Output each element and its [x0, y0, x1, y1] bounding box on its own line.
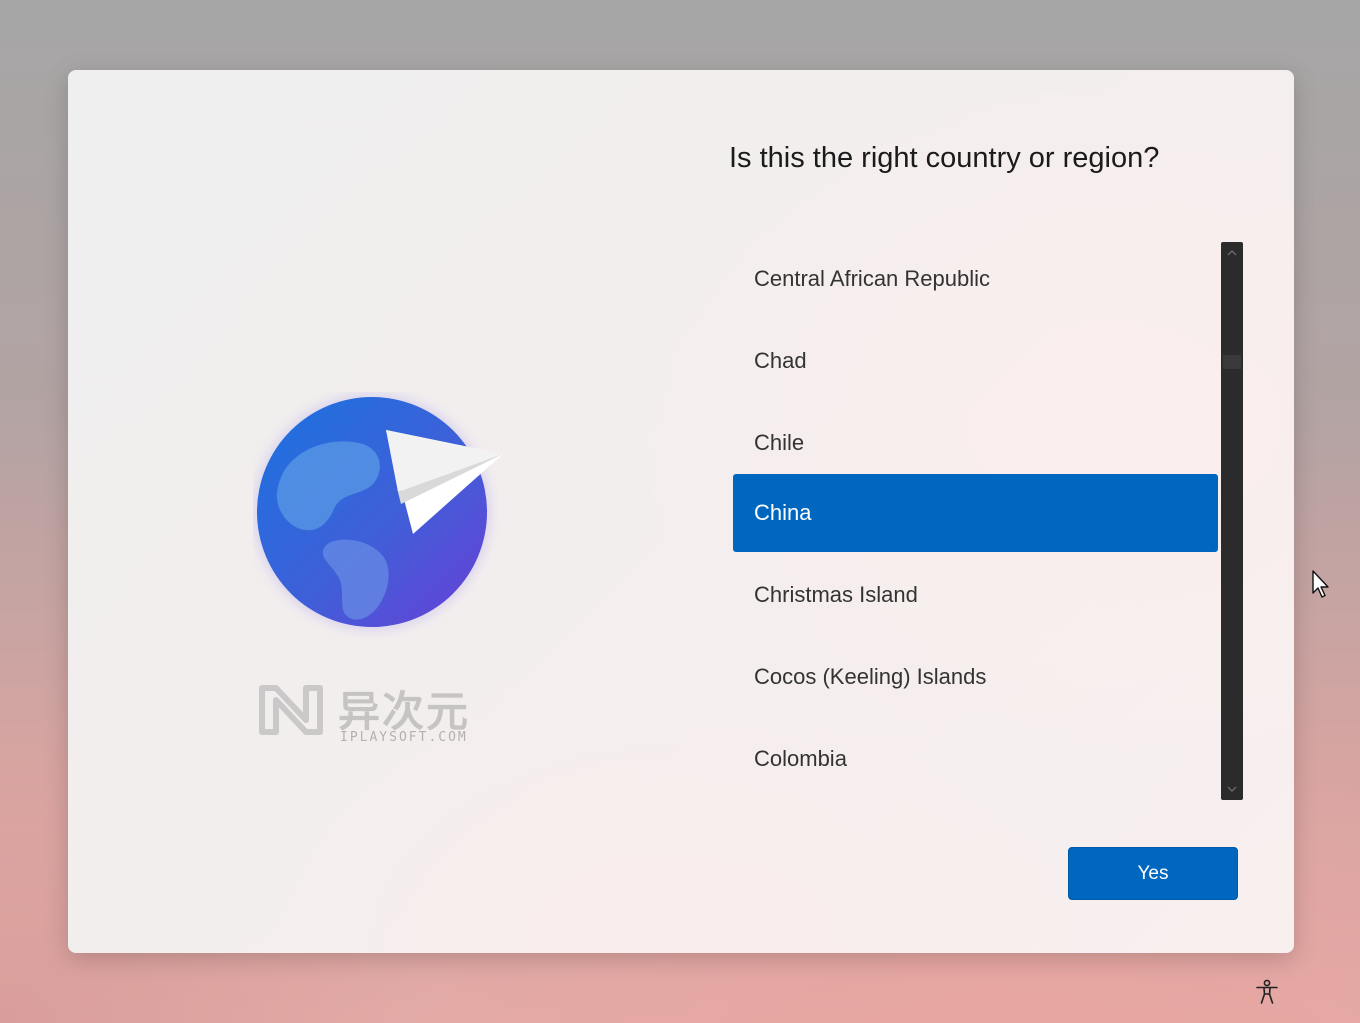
watermark-site: IPLAYSOFT.COM	[340, 730, 468, 745]
list-scrollbar[interactable]	[1221, 242, 1243, 800]
list-item-colombia[interactable]: Colombia	[733, 720, 1218, 798]
oobe-card: 异次元 IPLAYSOFT.COM Is this the right coun…	[68, 70, 1294, 953]
chevron-up-icon[interactable]	[1221, 245, 1243, 261]
scrollbar-thumb[interactable]	[1223, 355, 1241, 369]
list-item-central-african-republic[interactable]: Central African Republic	[733, 240, 1218, 318]
list-item-china[interactable]: China	[733, 474, 1218, 552]
globe-paper-plane-icon	[254, 394, 503, 630]
country-list: Central African Republic Chad Chile Chin…	[733, 240, 1218, 800]
chevron-down-icon[interactable]	[1221, 781, 1243, 797]
accessibility-icon[interactable]	[1253, 978, 1281, 1006]
watermark-logo-icon	[259, 685, 323, 735]
list-item-chad[interactable]: Chad	[733, 322, 1218, 400]
watermark: 异次元 IPLAYSOFT.COM	[258, 680, 498, 750]
yes-button[interactable]: Yes	[1068, 847, 1238, 900]
list-item-chile[interactable]: Chile	[733, 404, 1218, 482]
list-item-christmas-island[interactable]: Christmas Island	[733, 556, 1218, 634]
mouse-pointer-icon	[1312, 570, 1329, 598]
page-title: Is this the right country or region?	[729, 142, 1160, 174]
list-item-cocos-keeling-islands[interactable]: Cocos (Keeling) Islands	[733, 638, 1218, 716]
